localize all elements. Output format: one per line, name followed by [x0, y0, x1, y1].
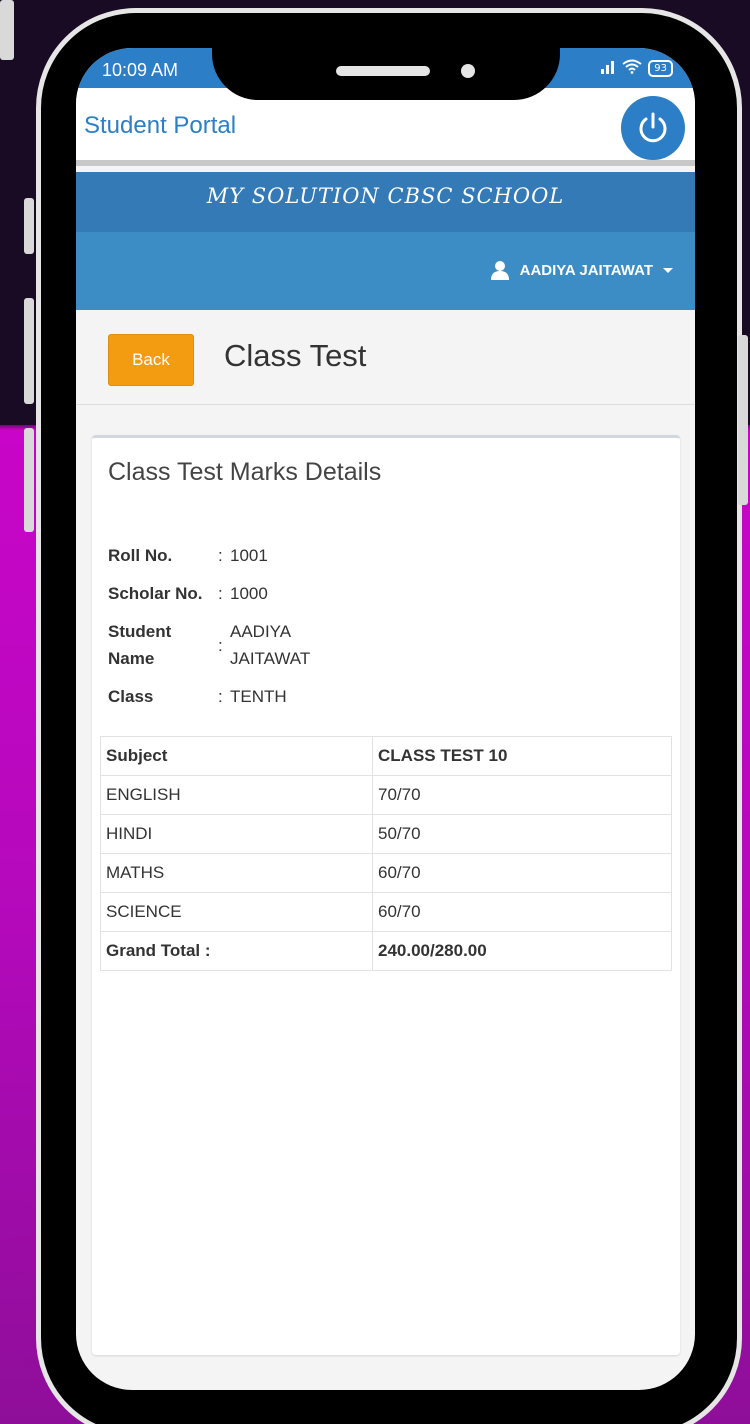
power-side-button — [738, 335, 748, 505]
marks-card: Class Test Marks Details Roll No. : 1001… — [92, 435, 680, 1355]
separator: : — [218, 687, 223, 706]
silent-switch — [24, 428, 34, 532]
grand-total-row: Grand Total : 240.00/280.00 — [100, 931, 672, 971]
roll-row: Roll No. : 1001 — [108, 542, 408, 569]
scholar-label: Scholar No. — [108, 584, 203, 603]
student-info: Roll No. : 1001 Scholar No. : 1000 Stude… — [108, 542, 408, 721]
signal-icon — [600, 60, 616, 78]
grand-total-label: Grand Total : — [100, 931, 373, 971]
student-name-value-line2: JAITAWAT — [230, 649, 311, 668]
speaker-grille — [336, 66, 430, 76]
user-band: AADIYA JAITAWAT — [76, 232, 695, 310]
page-title: Class Test — [224, 338, 367, 373]
class-row: Class : TENTH — [108, 683, 408, 710]
status-time: 10:09 AM — [102, 60, 179, 80]
roll-label: Roll No. — [108, 546, 173, 565]
header-subject: Subject — [100, 736, 373, 776]
class-value: TENTH — [230, 687, 287, 706]
user-name: AADIYA JAITAWAT — [519, 261, 653, 279]
page-header: Back Class Test — [76, 310, 695, 405]
student-name-value: AADIYA JAITAWAT — [230, 618, 310, 672]
user-menu[interactable]: AADIYA JAITAWAT — [490, 260, 673, 280]
marks-cell: 60/70 — [372, 892, 672, 932]
table-row: SCIENCE 60/70 — [100, 892, 672, 932]
roll-value: 1001 — [230, 546, 268, 565]
table-row: ENGLISH 70/70 — [100, 775, 672, 815]
back-button[interactable]: Back — [108, 334, 194, 386]
separator: : — [218, 635, 223, 655]
status-icons: 93 — [600, 59, 673, 78]
card-title: Class Test Marks Details — [108, 458, 382, 486]
table-row: HINDI 50/70 — [100, 814, 672, 854]
power-button[interactable] — [621, 96, 685, 160]
grand-total-value: 240.00/280.00 — [372, 931, 672, 971]
volume-down-button — [24, 298, 34, 404]
school-name: MY SOLUTION CBSC SCHOOL — [76, 172, 695, 232]
separator: : — [218, 546, 223, 565]
student-name-value-line1: AADIYA — [230, 622, 292, 641]
scholar-value: 1000 — [230, 584, 268, 603]
left-side-button — [0, 0, 14, 60]
class-label: Class — [108, 687, 154, 706]
student-name-label-line1: Student — [108, 622, 172, 641]
app-title: Student Portal — [84, 112, 237, 139]
battery-icon: 93 — [648, 60, 673, 77]
wifi-icon — [622, 59, 642, 78]
student-name-row: Student Name : AADIYA JAITAWAT — [108, 618, 408, 672]
subject-cell: MATHS — [100, 853, 373, 893]
user-icon — [490, 261, 509, 280]
subject-cell: SCIENCE — [100, 892, 373, 932]
table-header-row: Subject CLASS TEST 10 — [100, 736, 672, 776]
front-camera — [461, 64, 475, 78]
power-icon — [639, 112, 667, 143]
marks-table: Subject CLASS TEST 10 ENGLISH 70/70 HIND… — [100, 736, 672, 971]
phone-screen: 10:09 AM 93 Student Portal MY SOLUTION C… — [76, 48, 695, 1390]
student-name-label-line2: Name — [108, 649, 155, 668]
volume-up-button — [24, 198, 34, 254]
scholar-row: Scholar No. : 1000 — [108, 580, 408, 607]
header-class-test: CLASS TEST 10 — [372, 736, 672, 776]
separator: : — [218, 584, 223, 603]
subject-cell: ENGLISH — [100, 775, 373, 815]
student-name-label: Student Name — [108, 618, 218, 672]
caret-down-icon — [663, 267, 673, 273]
marks-cell: 50/70 — [372, 814, 672, 854]
marks-cell: 60/70 — [372, 853, 672, 893]
marks-cell: 70/70 — [372, 775, 672, 815]
table-row: MATHS 60/70 — [100, 853, 672, 893]
subject-cell: HINDI — [100, 814, 373, 854]
